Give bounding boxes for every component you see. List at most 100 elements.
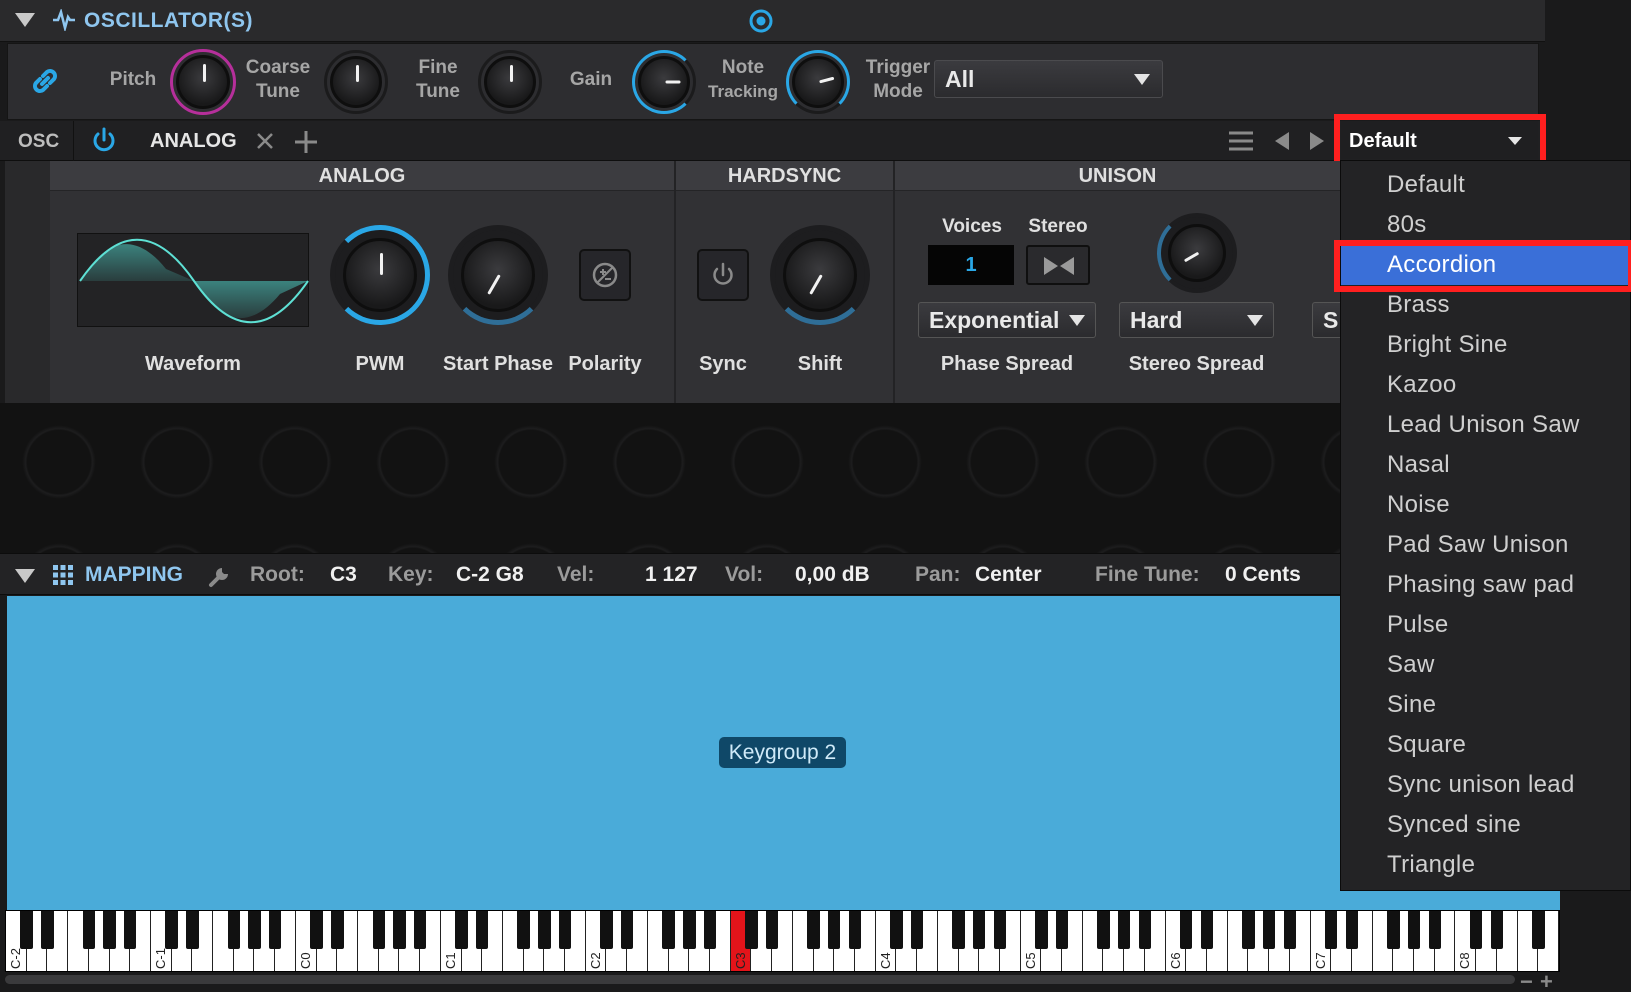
black-key[interactable] bbox=[1117, 911, 1131, 949]
trigger-mode-select[interactable]: All bbox=[934, 60, 1163, 98]
black-key[interactable] bbox=[517, 911, 530, 949]
black-key[interactable] bbox=[248, 911, 261, 949]
black-key[interactable] bbox=[124, 911, 137, 949]
menu-icon[interactable] bbox=[1228, 129, 1254, 153]
black-key[interactable] bbox=[910, 911, 924, 949]
black-key[interactable] bbox=[1180, 911, 1193, 949]
wrench-icon[interactable] bbox=[208, 564, 232, 588]
black-key[interactable] bbox=[828, 911, 841, 949]
collapse-triangle-icon[interactable] bbox=[15, 569, 35, 583]
preset-menu-item[interactable]: Phasing saw pad bbox=[1341, 565, 1631, 605]
black-key[interactable] bbox=[186, 911, 199, 949]
preset-menu-item[interactable]: Saw bbox=[1341, 645, 1631, 685]
preset-menu-item[interactable]: Default bbox=[1341, 165, 1631, 205]
stereo-button[interactable] bbox=[1026, 245, 1090, 285]
black-key[interactable] bbox=[1387, 911, 1400, 949]
black-key[interactable] bbox=[1035, 911, 1048, 949]
vel-value[interactable]: 1 127 bbox=[645, 563, 698, 587]
piano-keyboard[interactable]: C-2 C-1 C0 C1 C2 C3 C4 C5 C6 C7 C8 bbox=[5, 910, 1560, 972]
zoom-out-icon[interactable]: − bbox=[1520, 969, 1533, 992]
preset-menu-item[interactable]: Sine bbox=[1341, 685, 1631, 725]
preset-menu-item[interactable]: Triangle bbox=[1341, 845, 1631, 885]
preset-menu-item[interactable]: Synced sine bbox=[1341, 805, 1631, 845]
preset-menu-item[interactable]: Pad Saw Unison bbox=[1341, 525, 1631, 565]
preset-select[interactable]: Default bbox=[1341, 121, 1538, 159]
preset-menu-item[interactable]: Sync unison lead bbox=[1341, 765, 1631, 805]
black-key[interactable] bbox=[952, 911, 965, 949]
black-key[interactable] bbox=[1138, 911, 1152, 949]
black-key[interactable] bbox=[973, 911, 986, 949]
power-icon[interactable] bbox=[90, 126, 118, 154]
fine-tune-value[interactable]: 0 Cents bbox=[1225, 563, 1301, 587]
preset-menu-item[interactable]: Square bbox=[1341, 725, 1631, 765]
phase-spread-select[interactable]: Exponential bbox=[918, 302, 1096, 338]
black-key[interactable] bbox=[1242, 911, 1255, 949]
black-key[interactable] bbox=[558, 911, 572, 949]
start-phase-knob[interactable] bbox=[448, 225, 548, 325]
root-value[interactable]: C3 bbox=[330, 563, 357, 587]
black-key[interactable] bbox=[476, 911, 489, 949]
next-preset-icon[interactable] bbox=[1308, 130, 1326, 152]
preset-menu-item[interactable]: Pulse bbox=[1341, 605, 1631, 645]
black-key[interactable] bbox=[765, 911, 779, 949]
black-key[interactable] bbox=[1532, 911, 1545, 949]
polarity-button[interactable] bbox=[579, 249, 631, 301]
black-key[interactable] bbox=[600, 911, 613, 949]
black-key[interactable] bbox=[1407, 911, 1421, 949]
key-value[interactable]: C-2 G8 bbox=[456, 563, 524, 587]
black-key[interactable] bbox=[41, 911, 54, 949]
black-key[interactable] bbox=[848, 911, 862, 949]
close-icon[interactable] bbox=[255, 131, 275, 151]
preset-menu-item[interactable]: 80s bbox=[1341, 205, 1631, 245]
fine-tune-knob[interactable] bbox=[478, 50, 542, 114]
black-key[interactable] bbox=[1055, 911, 1069, 949]
black-key[interactable] bbox=[82, 911, 96, 949]
waveform-display[interactable] bbox=[77, 233, 309, 327]
tab-analog[interactable]: ANALOG bbox=[150, 130, 237, 153]
preset-menu-item[interactable]: Nasal bbox=[1341, 445, 1631, 485]
voices-field[interactable]: 1 bbox=[928, 245, 1014, 285]
black-key[interactable] bbox=[1200, 911, 1214, 949]
unison-detune-knob[interactable] bbox=[1157, 213, 1237, 293]
keygroup-label[interactable]: Keygroup 2 bbox=[719, 737, 846, 768]
black-key[interactable] bbox=[683, 911, 696, 949]
black-key[interactable] bbox=[1345, 911, 1359, 949]
black-key[interactable] bbox=[413, 911, 427, 949]
black-key[interactable] bbox=[1428, 911, 1441, 949]
vol-value[interactable]: 0,00 dB bbox=[795, 563, 870, 587]
coarse-tune-knob[interactable] bbox=[324, 50, 388, 114]
black-key[interactable] bbox=[890, 911, 903, 949]
black-key[interactable] bbox=[745, 911, 758, 949]
black-key[interactable] bbox=[393, 911, 406, 949]
black-key[interactable] bbox=[1262, 911, 1276, 949]
note-tracking-knob[interactable] bbox=[786, 50, 850, 114]
sync-button[interactable] bbox=[697, 249, 749, 301]
black-key[interactable] bbox=[807, 911, 820, 949]
black-key[interactable] bbox=[20, 911, 33, 949]
link-icon[interactable] bbox=[28, 64, 62, 98]
preset-menu-item[interactable]: Noise bbox=[1341, 485, 1631, 525]
black-key[interactable] bbox=[331, 911, 344, 949]
preset-menu-item[interactable]: Lead Unison Saw bbox=[1341, 405, 1631, 445]
black-key[interactable] bbox=[703, 911, 717, 949]
black-key[interactable] bbox=[662, 911, 675, 949]
stereo-spread-select[interactable]: Hard bbox=[1119, 302, 1274, 338]
add-icon[interactable] bbox=[293, 129, 319, 155]
black-key[interactable] bbox=[1490, 911, 1504, 949]
black-key[interactable] bbox=[1283, 911, 1297, 949]
black-key[interactable] bbox=[620, 911, 634, 949]
black-key[interactable] bbox=[268, 911, 282, 949]
pan-value[interactable]: Center bbox=[975, 563, 1042, 587]
pwm-knob[interactable] bbox=[330, 225, 430, 325]
preset-menu-item[interactable]: Bright Sine bbox=[1341, 325, 1631, 365]
black-key[interactable] bbox=[455, 911, 468, 949]
black-key[interactable] bbox=[227, 911, 240, 949]
black-key[interactable] bbox=[1097, 911, 1110, 949]
pitch-knob[interactable] bbox=[170, 49, 236, 115]
black-key[interactable] bbox=[310, 911, 323, 949]
black-key[interactable] bbox=[1325, 911, 1338, 949]
collapse-triangle-icon[interactable] bbox=[15, 13, 35, 27]
target-icon[interactable] bbox=[748, 8, 774, 34]
shift-knob[interactable] bbox=[770, 225, 870, 325]
horizontal-scrollbar[interactable] bbox=[5, 975, 1515, 984]
